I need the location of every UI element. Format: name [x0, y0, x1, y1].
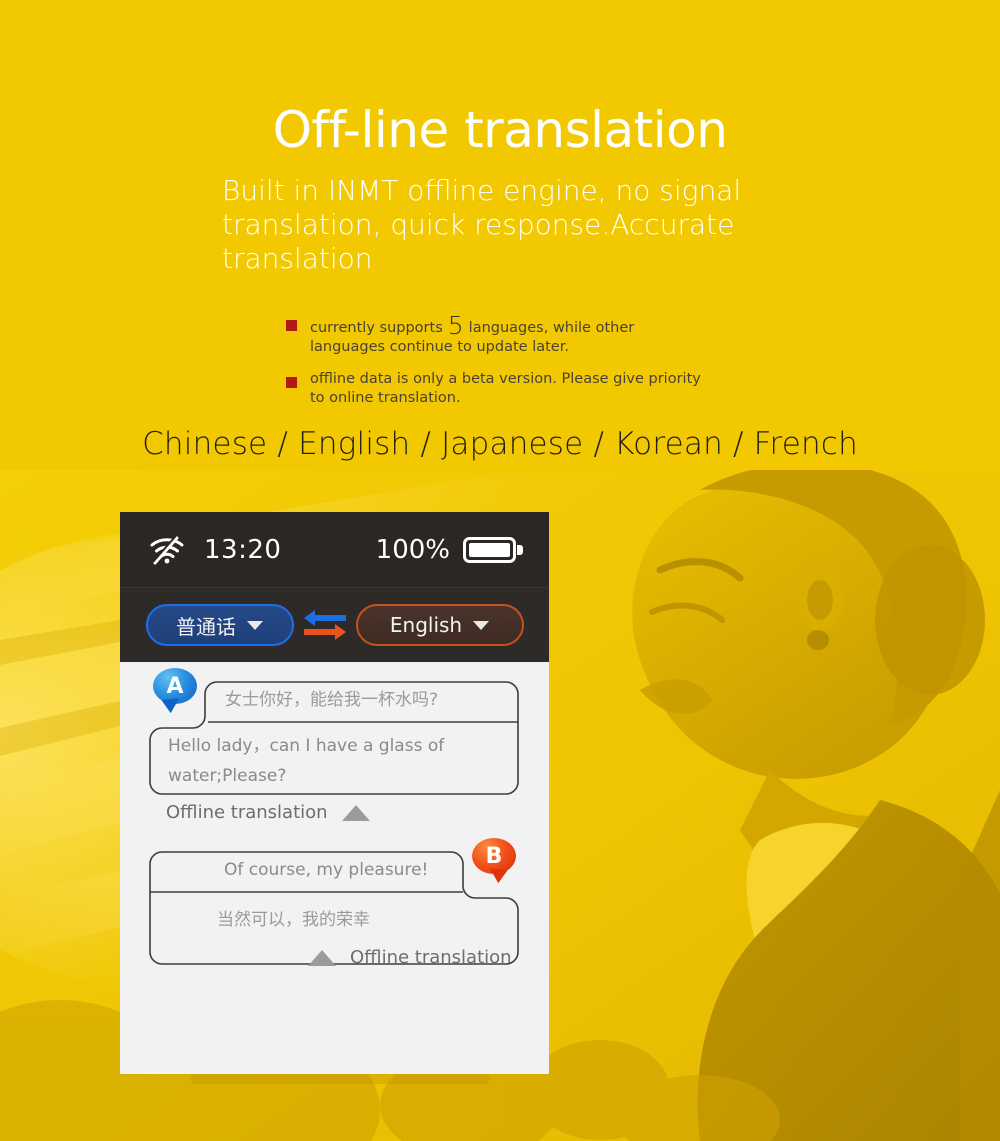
message-a-translation-line1: Hello lady，can I have a glass of	[168, 736, 445, 756]
chevron-down-icon	[247, 620, 263, 630]
bullet-square-icon	[286, 376, 297, 388]
triangle-up-icon	[341, 804, 370, 821]
status-bar-right: 100%	[376, 535, 523, 565]
offline-translation-label: Offline translation	[350, 947, 512, 968]
device-status-bar: 13:20 100%	[120, 512, 549, 587]
message-a-translation-line2: water;Please?	[168, 766, 287, 786]
triangle-up-icon	[308, 949, 336, 966]
bullet-text: currently supports 5 languages, while othe…	[310, 313, 706, 358]
message-a-offline-indicator[interactable]: Offline translation	[166, 802, 370, 823]
source-language-selector[interactable]: 普通话	[145, 604, 294, 646]
offline-translation-label: Offline translation	[166, 802, 328, 823]
bullet-square-icon	[286, 320, 297, 331]
hero-section: Off-line translation Built in INMT offli…	[0, 0, 1000, 276]
target-language-selector[interactable]: English	[355, 604, 524, 646]
message-b-offline-indicator[interactable]: Offline translation	[308, 947, 512, 968]
bullet-text-before: currently supports	[310, 320, 443, 336]
battery-percent-label: 100%	[375, 534, 450, 565]
battery-full-icon	[463, 535, 523, 565]
feature-bullet-list: currently supports 5 languages, while othe…	[286, 313, 706, 420]
language-selector-bar: 普通话 English	[120, 587, 549, 662]
speaker-badge-b: B	[472, 838, 516, 874]
device-screen-mockup: 13:20 100% 普通话 English A 女士你好，能给我一杯水吗? H…	[120, 512, 549, 1074]
chevron-down-icon	[473, 620, 490, 630]
swap-arrows-icon[interactable]	[302, 606, 348, 644]
conversation-area: A 女士你好，能给我一杯水吗? Hello lady，can I have a …	[120, 662, 549, 1074]
message-a-original-text: 女士你好，能给我一杯水吗?	[225, 690, 439, 710]
message-b-translation-line1: 当然可以，我的荣幸	[217, 910, 370, 930]
speaker-badge-a: A	[153, 668, 197, 704]
wifi-off-icon	[148, 535, 186, 565]
bullet-highlight-count: 5	[447, 311, 464, 340]
list-item: currently supports 5 languages, while othe…	[286, 313, 706, 358]
status-bar-time: 13:20	[204, 534, 282, 565]
supported-languages-line: Chinese / English / Japanese / Korean / …	[142, 426, 858, 462]
list-item: offline data is only a beta version. Ple…	[286, 370, 706, 409]
target-language-label: English	[389, 613, 463, 637]
page-title: Off-line translation	[272, 101, 728, 159]
bullet-text: offline data is only a beta version. Ple…	[310, 370, 701, 406]
message-b-original-text: Of course, my pleasure!	[224, 860, 429, 880]
source-language-label: 普通话	[176, 614, 236, 639]
page-subtitle: Built in INMT offline engine, no signal …	[222, 174, 742, 276]
status-bar-left: 13:20	[148, 535, 281, 565]
device-bottom-filler	[120, 1014, 549, 1074]
